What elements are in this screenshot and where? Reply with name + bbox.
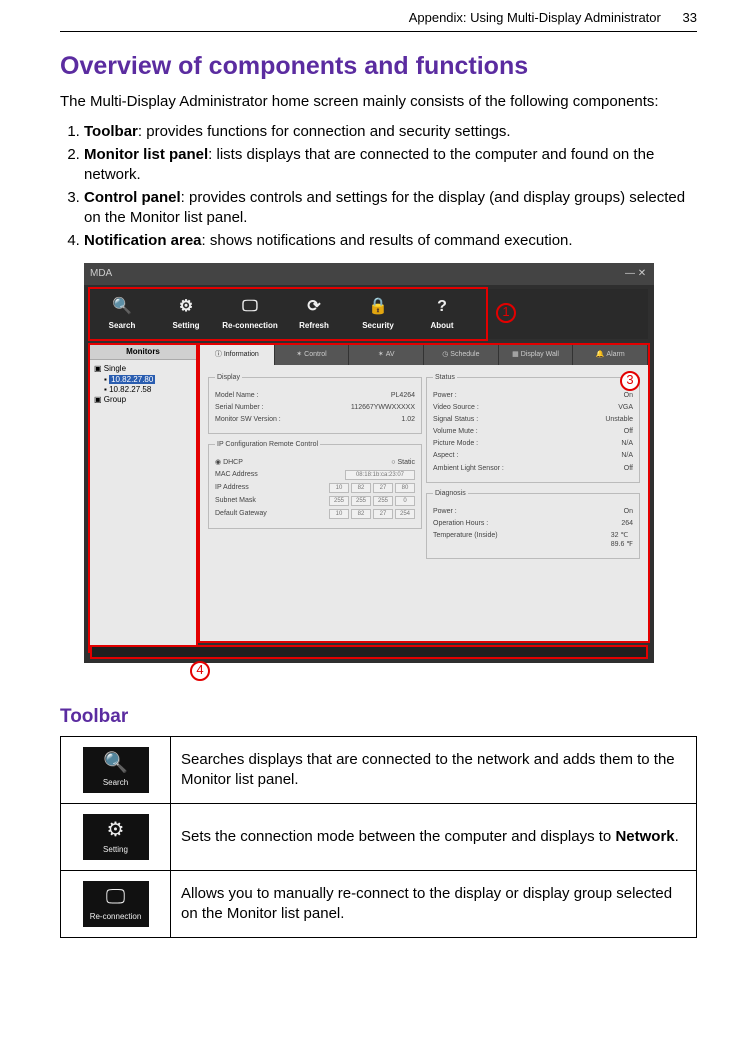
components-list: Toolbar: provides functions for connecti… (60, 122, 697, 251)
header-page: 33 (683, 10, 697, 25)
close-icon[interactable]: ✕ (636, 267, 648, 280)
page-title: Overview of components and functions (60, 50, 697, 83)
minimize-icon[interactable]: — (624, 267, 636, 280)
table-row: ⚙Setting Sets the connection mode betwee… (61, 803, 697, 870)
screenshot: MDA —✕ 🔍Search ⚙Setting 🖵Re-connection ⟳… (84, 263, 654, 663)
list-item: Control panel: provides controls and set… (84, 188, 697, 227)
setting-desc: Sets the connection mode between the com… (171, 803, 697, 870)
callout-3: 3 (620, 371, 640, 391)
highlight-2 (88, 343, 198, 653)
toolbar-heading: Toolbar (60, 705, 697, 730)
list-item: Monitor list panel: lists displays that … (84, 145, 697, 184)
highlight-4 (90, 645, 648, 659)
callout-1: 1 (496, 303, 516, 323)
page-header: Appendix: Using Multi-Display Administra… (60, 10, 697, 32)
search-icon-large: 🔍Search (83, 747, 149, 793)
setting-icon-large: ⚙Setting (83, 814, 149, 860)
list-item: Toolbar: provides functions for connecti… (84, 122, 697, 142)
app-title: MDA (90, 267, 112, 280)
reconnection-desc: Allows you to manually re-connect to the… (171, 870, 697, 937)
list-item: Notification area: shows notifications a… (84, 231, 697, 251)
callout-4: 4 (190, 661, 210, 681)
window-titlebar: MDA —✕ (84, 263, 654, 285)
intro-text: The Multi-Display Administrator home scr… (60, 92, 697, 112)
header-title: Appendix: Using Multi-Display Administra… (409, 10, 661, 25)
toolbar-table: 🔍Search Searches displays that are conne… (60, 736, 697, 938)
search-desc: Searches displays that are connected to … (171, 736, 697, 803)
reconnection-icon-large: 🖵Re-connection (83, 881, 149, 927)
window-buttons: —✕ (624, 267, 648, 280)
table-row: 🔍Search Searches displays that are conne… (61, 736, 697, 803)
highlight-3 (198, 343, 650, 643)
highlight-1 (88, 287, 488, 341)
table-row: 🖵Re-connection Allows you to manually re… (61, 870, 697, 937)
